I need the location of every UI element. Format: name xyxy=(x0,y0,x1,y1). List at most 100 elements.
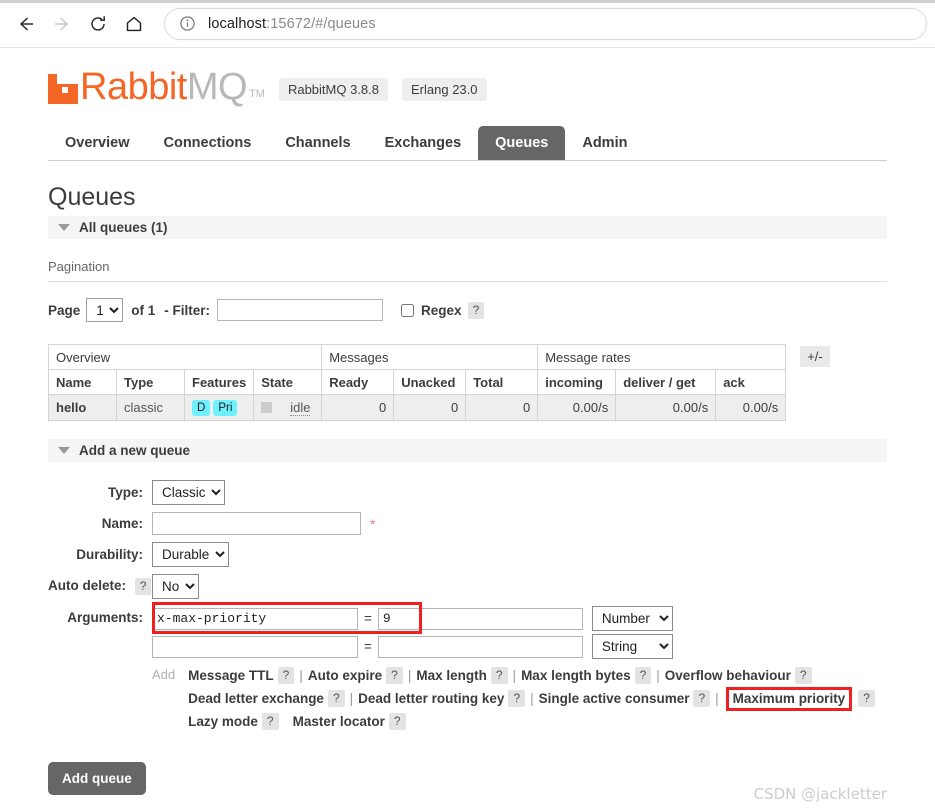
tab-queues[interactable]: Queues xyxy=(478,126,566,160)
regex-help-icon[interactable]: ? xyxy=(467,301,485,319)
rabbitmq-version-badge: RabbitMQ 3.8.8 xyxy=(278,78,388,101)
preset-auto-expire[interactable]: Auto expire xyxy=(308,668,382,683)
logo-text-mq: MQ xyxy=(186,66,248,108)
add-queue-button[interactable]: Add queue xyxy=(48,762,146,795)
preset-help-icon[interactable]: ? xyxy=(858,690,875,707)
page-title: Queues xyxy=(48,183,136,211)
auto-delete-help-icon[interactable]: ? xyxy=(134,578,152,595)
erlang-version-badge: Erlang 23.0 xyxy=(402,78,487,101)
table-row[interactable]: hello classic D Pri idle 0 0 0 0.00/s 0.… xyxy=(48,394,787,421)
argument-row-1: = Number xyxy=(152,606,875,631)
argument-type-select-2[interactable]: String xyxy=(591,634,673,659)
add-queue-section-header[interactable]: Add a new queue xyxy=(48,439,887,462)
cell-queue-type: classic xyxy=(116,394,185,421)
column-header-unacked[interactable]: Unacked xyxy=(393,369,467,395)
preset-line-3: Lazy mode? Master locator? xyxy=(188,711,875,733)
reload-button[interactable] xyxy=(80,6,116,42)
forward-button[interactable] xyxy=(44,6,80,42)
info-circle-icon[interactable] xyxy=(179,15,196,32)
preset-master-locator[interactable]: Master locator xyxy=(293,714,385,729)
column-header-state[interactable]: State xyxy=(253,369,323,395)
form-row-name: Name: * xyxy=(48,512,887,535)
column-header-features[interactable]: Features xyxy=(183,369,255,395)
address-bar[interactable]: localhost:15672/#/queues xyxy=(164,7,927,40)
brand-header: Rabbit MQ TM RabbitMQ 3.8.8 Erlang 23.0 xyxy=(48,48,887,110)
column-header-total[interactable]: Total xyxy=(465,369,539,395)
argument-key-input-1[interactable] xyxy=(152,607,358,630)
preset-dead-letter-exchange[interactable]: Dead letter exchange xyxy=(188,691,324,706)
back-button[interactable] xyxy=(8,6,44,42)
column-header-name[interactable]: Name xyxy=(48,369,117,395)
main-navigation: Overview Connections Channels Exchanges … xyxy=(48,126,887,161)
regex-checkbox[interactable] xyxy=(401,303,415,317)
home-button[interactable] xyxy=(116,6,152,42)
add-argument-link[interactable]: Add xyxy=(152,665,175,682)
argument-key-input-2[interactable] xyxy=(152,635,358,658)
preset-help-icon[interactable]: ? xyxy=(277,667,295,684)
preset-dead-letter-routing-key[interactable]: Dead letter routing key xyxy=(358,691,504,706)
queue-name-input[interactable] xyxy=(152,512,361,535)
window-top-edge xyxy=(0,0,935,3)
filter-input[interactable] xyxy=(217,299,384,321)
preset-overflow-behaviour[interactable]: Overflow behaviour xyxy=(665,668,791,683)
url-path: :15672/#/queues xyxy=(266,15,376,32)
url-text: localhost:15672/#/queues xyxy=(208,16,376,32)
column-header-ready[interactable]: Ready xyxy=(321,369,395,395)
preset-max-length[interactable]: Max length xyxy=(416,668,487,683)
preset-single-active-consumer[interactable]: Single active consumer xyxy=(539,691,690,706)
preset-help-icon[interactable]: ? xyxy=(693,690,711,707)
form-row-durability: Durability: Durable xyxy=(48,542,887,567)
arrow-left-icon xyxy=(16,14,36,34)
preset-help-icon[interactable]: ? xyxy=(386,667,403,684)
logo-text-rabbit: Rabbit xyxy=(80,66,187,108)
column-header-ack[interactable]: ack xyxy=(715,369,787,395)
cell-queue-name[interactable]: hello xyxy=(48,394,117,421)
browser-chrome: localhost:15672/#/queues xyxy=(0,0,935,48)
toggle-columns-button[interactable]: +/- xyxy=(800,346,830,367)
add-queue-section-label: Add a new queue xyxy=(79,443,191,458)
equals-sign-1: = xyxy=(364,611,372,626)
chevron-down-icon[interactable] xyxy=(58,447,70,454)
queues-table-wrap: Overview Messages Message rates Name Typ… xyxy=(47,344,887,421)
feature-badge-priority: Pri xyxy=(213,400,238,416)
preset-help-icon[interactable]: ? xyxy=(634,667,652,684)
argument-value-input-1[interactable] xyxy=(377,607,583,630)
page-select[interactable]: 1 xyxy=(86,298,124,322)
preset-message-ttl[interactable]: Message TTL xyxy=(188,668,274,683)
tab-channels[interactable]: Channels xyxy=(268,126,367,160)
preset-help-icon[interactable]: ? xyxy=(388,713,406,730)
auto-delete-select[interactable]: No xyxy=(152,574,199,599)
queue-type-select[interactable]: Classic xyxy=(152,480,225,505)
form-row-auto-delete: Auto delete: ? No xyxy=(48,574,887,599)
column-header-incoming[interactable]: incoming xyxy=(537,369,617,395)
argument-value-input-2[interactable] xyxy=(377,635,583,658)
column-header-deliver-get[interactable]: deliver / get xyxy=(615,369,717,395)
preset-help-icon[interactable]: ? xyxy=(327,690,345,707)
tab-exchanges[interactable]: Exchanges xyxy=(368,126,479,160)
preset-help-icon[interactable]: ? xyxy=(794,667,812,684)
cell-queue-features: D Pri xyxy=(183,394,255,421)
preset-help-icon[interactable]: ? xyxy=(490,667,508,684)
preset-lazy-mode[interactable]: Lazy mode xyxy=(188,714,258,729)
argument-row-2: = String xyxy=(152,634,875,659)
all-queues-label: All queues (1) xyxy=(79,220,168,235)
preset-help-icon[interactable]: ? xyxy=(508,690,526,707)
form-row-type: Type: Classic xyxy=(48,480,887,505)
tab-overview[interactable]: Overview xyxy=(48,126,147,160)
argument-type-select-1[interactable]: Number xyxy=(591,606,673,631)
preset-maximum-priority[interactable]: Maximum priority xyxy=(733,691,846,706)
durability-select[interactable]: Durable xyxy=(152,542,229,567)
durability-label: Durability: xyxy=(76,547,143,562)
url-host: localhost xyxy=(208,15,267,32)
preset-help-icon[interactable]: ? xyxy=(261,713,279,730)
preset-max-length-bytes[interactable]: Max length bytes xyxy=(521,668,631,683)
watermark: CSDN @jackletter xyxy=(753,785,887,803)
group-header-message-rates: Message rates xyxy=(537,344,787,370)
all-queues-section-header[interactable]: All queues (1) xyxy=(48,216,887,239)
tab-connections[interactable]: Connections xyxy=(147,126,269,160)
column-header-type[interactable]: Type xyxy=(116,369,185,395)
chevron-down-icon[interactable] xyxy=(58,224,70,231)
table-group-header-row: Overview Messages Message rates xyxy=(47,344,787,370)
arguments-block: = Number = String xyxy=(152,602,875,733)
tab-admin[interactable]: Admin xyxy=(565,126,644,160)
